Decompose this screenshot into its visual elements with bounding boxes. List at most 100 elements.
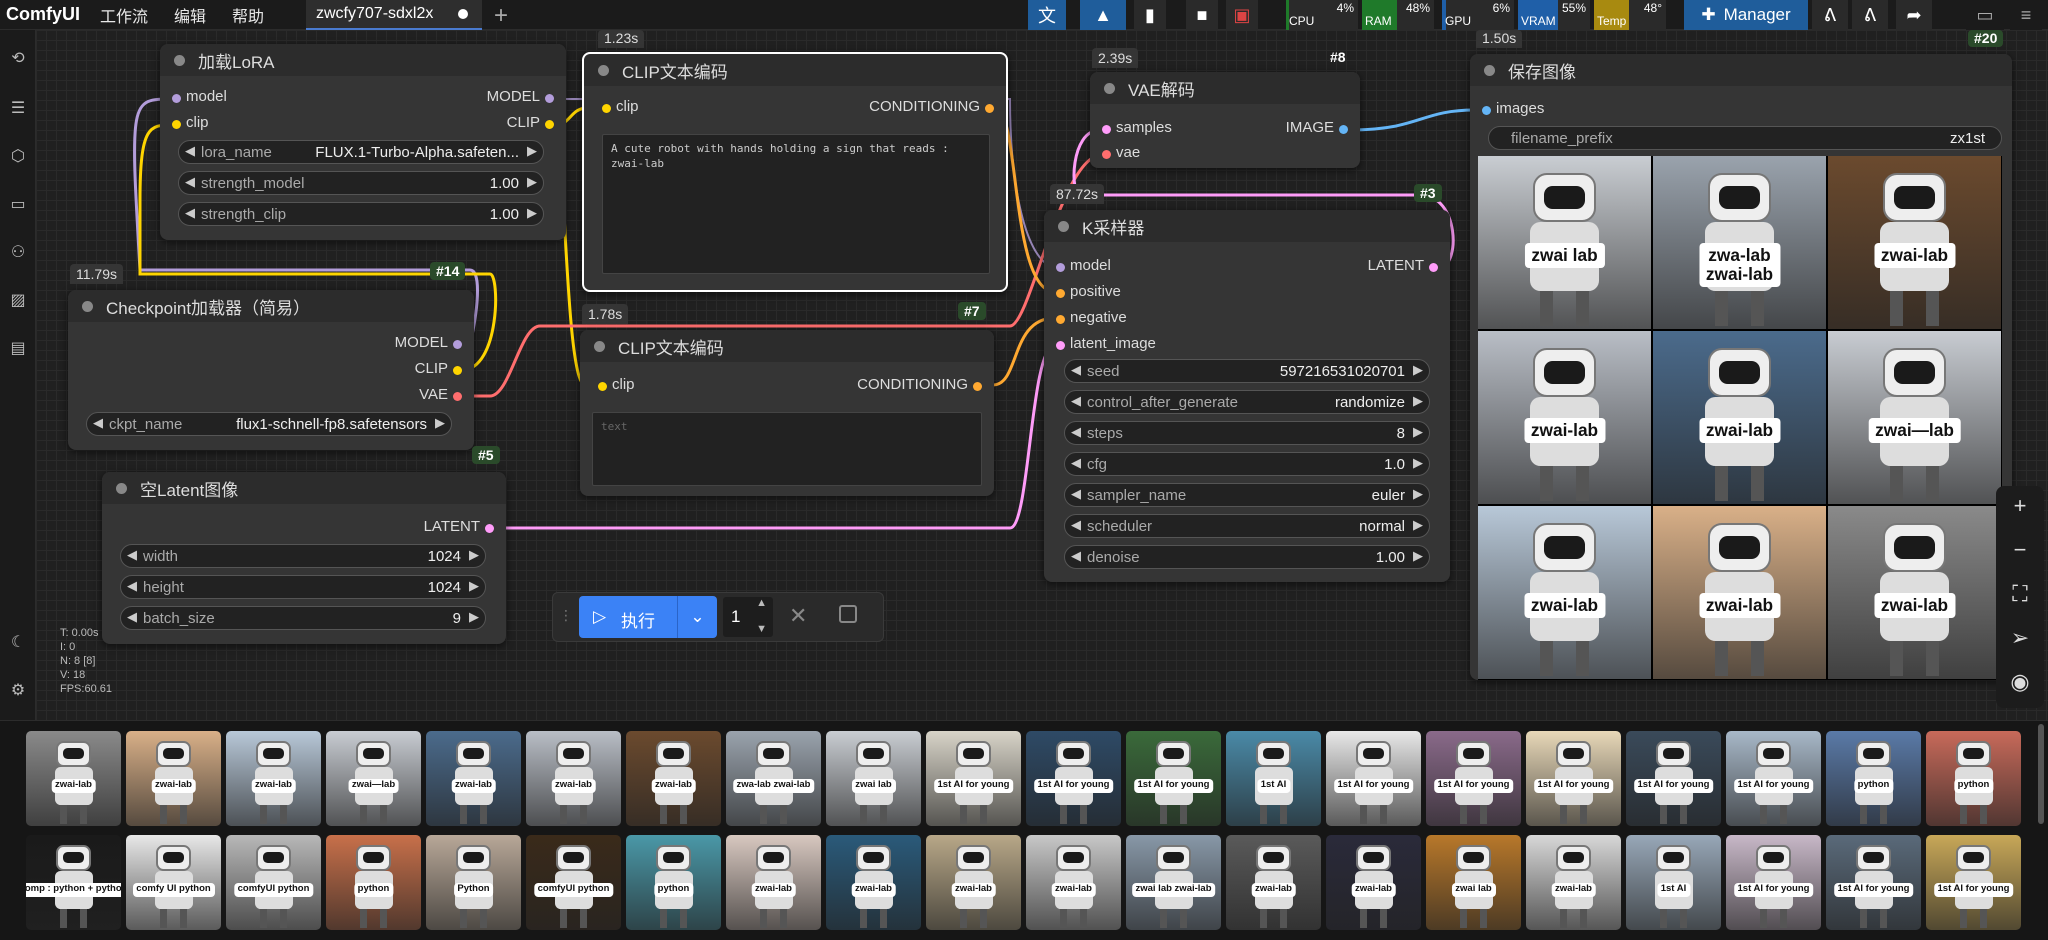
output-image-thumb[interactable]: zwai-lab xyxy=(1653,506,1826,679)
gallery-thumb[interactable]: zwai lab zwai-lab xyxy=(1126,835,1221,930)
output-model[interactable]: MODEL xyxy=(487,88,555,105)
arrow-left-icon[interactable]: ◀ xyxy=(127,609,137,625)
gallery-thumb[interactable]: zwai—lab xyxy=(326,731,421,826)
widget-sampler-name[interactable]: ◀ sampler_name euler ▶ xyxy=(1064,483,1430,507)
arrow-right-icon[interactable]: ▶ xyxy=(469,547,479,563)
input-images[interactable]: images xyxy=(1481,100,1544,117)
gallery-thumb[interactable]: zwai-lab xyxy=(1026,835,1121,930)
output-conditioning[interactable]: CONDITIONING xyxy=(857,376,982,393)
gallery-thumb[interactable]: 1st AI for young xyxy=(1826,835,1921,930)
zoom-in-plus-icon[interactable]: + xyxy=(2008,494,2032,518)
output-image-thumb[interactable]: zwai—lab xyxy=(1828,331,2001,504)
input-samples[interactable]: samples xyxy=(1102,119,1172,136)
widget-denoise[interactable]: ◀ denoise 1.00 ▶ xyxy=(1064,545,1430,569)
select-pointer-icon[interactable]: ➢ xyxy=(2008,626,2032,650)
node-ksampler[interactable]: K采样器 model positive negative latent_imag… xyxy=(1044,210,1450,582)
cancel-x-icon[interactable]: ✕ xyxy=(789,603,807,629)
widget-control-after-generate[interactable]: ◀ control_after_generate randomize ▶ xyxy=(1064,390,1430,414)
arrow-left-icon[interactable]: ◀ xyxy=(1071,455,1081,471)
gallery-thumb[interactable]: 1st AI for young xyxy=(1026,731,1121,826)
arrow-left-icon[interactable]: ◀ xyxy=(1071,548,1081,564)
gallery-thumb[interactable]: python xyxy=(1926,731,2021,826)
arrow-left-icon[interactable]: ◀ xyxy=(185,143,195,159)
output-image-thumb[interactable]: zwa-lab zwai-lab xyxy=(1653,156,1826,329)
arrow-left-icon[interactable]: ◀ xyxy=(127,578,137,594)
arrow-right-icon[interactable]: ▶ xyxy=(1413,455,1423,471)
gallery-thumb[interactable]: 1st AI for young xyxy=(926,731,1021,826)
gallery-thumb[interactable]: 1st AI for young xyxy=(1526,731,1621,826)
drag-handle-icon[interactable]: ⋮ xyxy=(559,607,573,624)
widget-ckpt-name[interactable]: ◀ ckpt_name flux1-schnell-fp8.safetensors ▶ xyxy=(86,412,452,436)
gallery-thumb[interactable]: python xyxy=(1826,731,1921,826)
output-vae[interactable]: VAE xyxy=(419,386,462,403)
node-title[interactable]: CLIP文本编码 xyxy=(584,54,1006,86)
arrow-right-icon[interactable]: ▶ xyxy=(435,415,445,431)
decrement-icon[interactable]: ▼ xyxy=(756,623,767,635)
arrow-right-icon[interactable]: ▶ xyxy=(1413,362,1423,378)
node-title[interactable]: K采样器 xyxy=(1044,210,1450,242)
node-title[interactable]: 空Latent图像 xyxy=(102,472,506,504)
arrow-right-icon[interactable]: ▶ xyxy=(1413,486,1423,502)
prompt-textarea[interactable]: A cute robot with hands holding a sign t… xyxy=(602,134,990,274)
arrow-left-icon[interactable]: ◀ xyxy=(185,174,195,190)
arrow-left-icon[interactable]: ◀ xyxy=(93,415,103,431)
zoom-out-minus-icon[interactable]: − xyxy=(2008,538,2032,562)
output-image-thumb[interactable]: zwai-lab xyxy=(1478,506,1651,679)
gallery-thumb[interactable]: 1st AI for young xyxy=(1726,835,1821,930)
arrow-right-icon[interactable]: ▶ xyxy=(1413,548,1423,564)
batch-count-stepper[interactable]: 1 ▲ ▼ xyxy=(723,597,773,637)
arrow-left-icon[interactable]: ◀ xyxy=(185,205,195,221)
widget-filename-prefix[interactable]: filename_prefix zx1st xyxy=(1488,126,2002,150)
gallery-thumb[interactable]: zwai-lab xyxy=(1226,835,1321,930)
widget-strength-clip[interactable]: ◀ strength_clip 1.00 ▶ xyxy=(178,202,544,226)
node-empty-latent[interactable]: 空Latent图像 LATENT ◀ width 1024 ▶ ◀ height 1024… xyxy=(102,472,506,644)
input-clip[interactable]: clip xyxy=(172,114,209,131)
node-clip-text-encode-positive[interactable]: CLIP文本编码 clip CONDITIONING A cute robot … xyxy=(582,52,1008,292)
input-latent-image[interactable]: latent_image xyxy=(1056,335,1156,352)
node-title[interactable]: 加载LoRA xyxy=(160,44,566,76)
input-vae[interactable]: vae xyxy=(1101,144,1140,161)
input-model[interactable]: model xyxy=(172,88,227,105)
stop-square-icon[interactable] xyxy=(839,605,857,623)
output-latent[interactable]: LATENT xyxy=(1368,257,1439,274)
gallery-thumb[interactable]: 1st AI xyxy=(1626,835,1721,930)
gallery-thumb[interactable]: zwai-lab xyxy=(226,731,321,826)
increment-icon[interactable]: ▲ xyxy=(756,597,767,609)
output-image-grid[interactable]: zwai lab zwa-lab zwai-lab zwai-lab zwai-lab… xyxy=(1478,156,2002,680)
node-load-lora[interactable]: 加载LoRA model clip MODEL CLIP ◀ lora_name F… xyxy=(160,44,566,240)
gallery-thumb[interactable]: zwai-lab xyxy=(1326,835,1421,930)
node-clip-text-encode-negative[interactable]: CLIP文本编码 clip CONDITIONING text xyxy=(580,330,994,496)
gallery-thumb[interactable]: zwai lab xyxy=(826,731,921,826)
gallery-thumb[interactable]: 1st AI for young xyxy=(1726,731,1821,826)
gallery-thumb[interactable]: zwai-lab xyxy=(426,731,521,826)
output-clip[interactable]: CLIP xyxy=(415,360,463,377)
gallery-thumb[interactable]: zwai-lab xyxy=(526,731,621,826)
node-title[interactable]: VAE解码 xyxy=(1090,72,1360,104)
node-vae-decode[interactable]: VAE解码 samples vae IMAGE xyxy=(1090,72,1360,168)
gallery-thumb[interactable]: comfy UI python xyxy=(126,835,221,930)
arrow-right-icon[interactable]: ▶ xyxy=(527,205,537,221)
arrow-right-icon[interactable]: ▶ xyxy=(527,174,537,190)
toggle-links-eye-icon[interactable]: ◉ xyxy=(2008,670,2032,694)
gallery-thumb[interactable]: zwai lab xyxy=(1426,835,1521,930)
output-image-thumb[interactable]: zwai-lab xyxy=(1653,331,1826,504)
output-image-thumb[interactable]: zwai-lab xyxy=(1478,331,1651,504)
gallery-thumb[interactable]: comfyUI python xyxy=(226,835,321,930)
gallery-thumb[interactable]: comp : python + python xyxy=(26,835,121,930)
arrow-right-icon[interactable]: ▶ xyxy=(1413,424,1423,440)
gallery-thumb[interactable]: zwai-lab xyxy=(126,731,221,826)
node-title[interactable]: CLIP文本编码 xyxy=(580,330,994,362)
node-save-image[interactable]: 保存图像 images filename_prefix zx1st zwai la… xyxy=(1470,54,2012,680)
node-title[interactable]: Checkpoint加载器（简易） xyxy=(68,290,474,322)
arrow-right-icon[interactable]: ▶ xyxy=(527,143,537,159)
widget-batch-size[interactable]: ◀ batch_size 9 ▶ xyxy=(120,606,486,630)
output-conditioning[interactable]: CONDITIONING xyxy=(869,98,994,115)
arrow-right-icon[interactable]: ▶ xyxy=(1413,393,1423,409)
input-clip[interactable]: clip xyxy=(598,376,635,393)
input-negative[interactable]: negative xyxy=(1056,309,1127,326)
gallery-scrollbar[interactable] xyxy=(2038,724,2044,824)
node-title[interactable]: 保存图像 xyxy=(1470,54,2012,86)
node-checkpoint-loader[interactable]: Checkpoint加载器（简易） MODEL CLIP VAE ◀ ckpt_n… xyxy=(68,290,474,450)
arrow-left-icon[interactable]: ◀ xyxy=(1071,517,1081,533)
widget-scheduler[interactable]: ◀ scheduler normal ▶ xyxy=(1064,514,1430,538)
